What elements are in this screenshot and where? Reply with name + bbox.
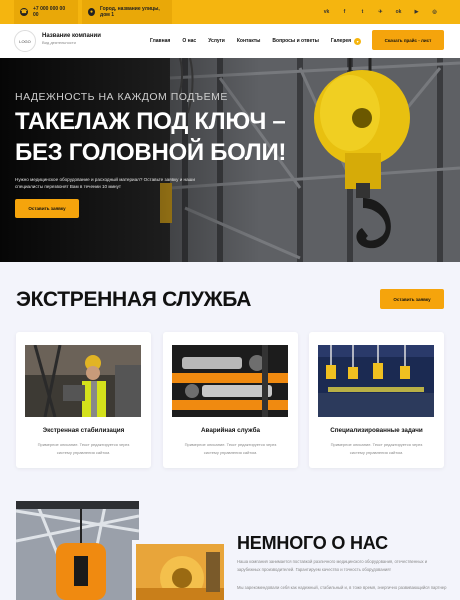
nav-about[interactable]: О нас xyxy=(182,38,196,44)
phone-block[interactable]: ☎ +7 000 000 00 00 xyxy=(14,0,78,24)
telegram-icon[interactable]: ✈ xyxy=(377,9,384,16)
twitter-icon[interactable]: t xyxy=(359,9,366,16)
service-card-title: Специализированные задачи xyxy=(330,427,423,434)
service-card-image xyxy=(318,345,434,417)
about-image-main xyxy=(16,501,139,600)
hero-title-line2: БЕЗ ГОЛОВНОЙ БОЛИ! xyxy=(15,139,287,166)
nav-faq[interactable]: Вопросы и ответы xyxy=(272,38,318,44)
service-card-title: Аварийная служба xyxy=(200,427,260,434)
instagram-icon[interactable]: ◎ xyxy=(431,9,438,16)
company-name: Название компании xyxy=(42,33,101,39)
hero-description: Нужно медицинское оборудование и расходн… xyxy=(15,177,195,189)
chevron-down-icon[interactable]: ▾ xyxy=(354,37,362,45)
service-card[interactable]: Экстренная стабилизация Примерное описан… xyxy=(16,332,151,468)
service-card-text: Примерное описание. Текст редактируется … xyxy=(330,442,423,455)
service-card-text: Примерное описание. Текст редактируется … xyxy=(184,442,277,455)
nav-services[interactable]: Услуги xyxy=(208,38,225,44)
company-info: Название компании Вид деятельности xyxy=(42,33,101,45)
company-activity: Вид деятельности xyxy=(42,40,76,45)
service-card-image xyxy=(172,345,288,417)
download-price-button[interactable]: Скачать прайс - лист xyxy=(372,30,444,50)
nav-contacts[interactable]: Контакты xyxy=(237,38,261,44)
emergency-request-button[interactable]: Оставить заявку xyxy=(380,289,444,309)
about-image-secondary xyxy=(132,540,224,600)
hero-banner: НАДЕЖНОСТЬ НА КАЖДОМ ПОДЪЕМЕ ТАКЕЛАЖ ПОД… xyxy=(0,58,460,262)
main-nav: Главная О нас Услуги Контакты Вопросы и … xyxy=(150,24,362,58)
about-paragraph: Наша компания занимается поставкой разли… xyxy=(237,559,428,572)
service-card-title: Экстренная стабилизация xyxy=(42,427,125,434)
phone-icon: ☎ xyxy=(20,8,28,16)
service-card-text: Примерное описание. Текст редактируется … xyxy=(37,442,130,455)
site-header: LOGO Название компании Вид деятельности … xyxy=(0,24,460,58)
youtube-icon[interactable]: ▶ xyxy=(413,9,420,16)
service-card[interactable]: Специализированные задачи Примерное опис… xyxy=(309,332,444,468)
location-icon: ● xyxy=(88,8,96,16)
odnoklassniki-icon[interactable]: ok xyxy=(395,9,402,16)
hero-subtitle: НАДЕЖНОСТЬ НА КАЖДОМ ПОДЪЕМЕ xyxy=(15,91,228,103)
logo[interactable]: LOGO xyxy=(14,30,36,52)
address-block: ● Город, название улицы, дом 1 xyxy=(82,0,172,24)
service-card-image xyxy=(25,345,141,417)
about-paragraph: Мы зарекомендовали себя как надежный, ст… xyxy=(237,585,447,590)
hero-title: ТАКЕЛАЖ ПОД КЛЮЧ – БЕЗ ГОЛОВНОЙ БОЛИ! xyxy=(15,106,286,168)
hero-request-button[interactable]: Оставить заявку xyxy=(15,199,79,218)
address-text: Город, название улицы, дом 1 xyxy=(100,6,160,18)
vk-icon[interactable]: vk xyxy=(323,9,330,16)
nav-home[interactable]: Главная xyxy=(150,38,170,44)
emergency-section-title: ЭКСТРЕННАЯ СЛУЖБА xyxy=(16,288,252,311)
top-bar: ☎ +7 000 000 00 00 ● Город, название ули… xyxy=(0,0,460,24)
hero-title-line1: ТАКЕЛАЖ ПОД КЛЮЧ – xyxy=(15,108,286,135)
phone-number: +7 000 000 00 00 xyxy=(32,6,66,18)
social-links: vk f t ✈ ok ▶ ◎ xyxy=(323,0,438,24)
facebook-icon[interactable]: f xyxy=(341,9,348,16)
service-card[interactable]: Аварийная служба Примерное описание. Тек… xyxy=(163,332,298,468)
about-title: НЕМНОГО О НАС xyxy=(237,533,388,553)
nav-gallery[interactable]: Галерея xyxy=(331,38,351,44)
nav-gallery-dropdown[interactable]: Галерея ▾ xyxy=(331,37,362,45)
